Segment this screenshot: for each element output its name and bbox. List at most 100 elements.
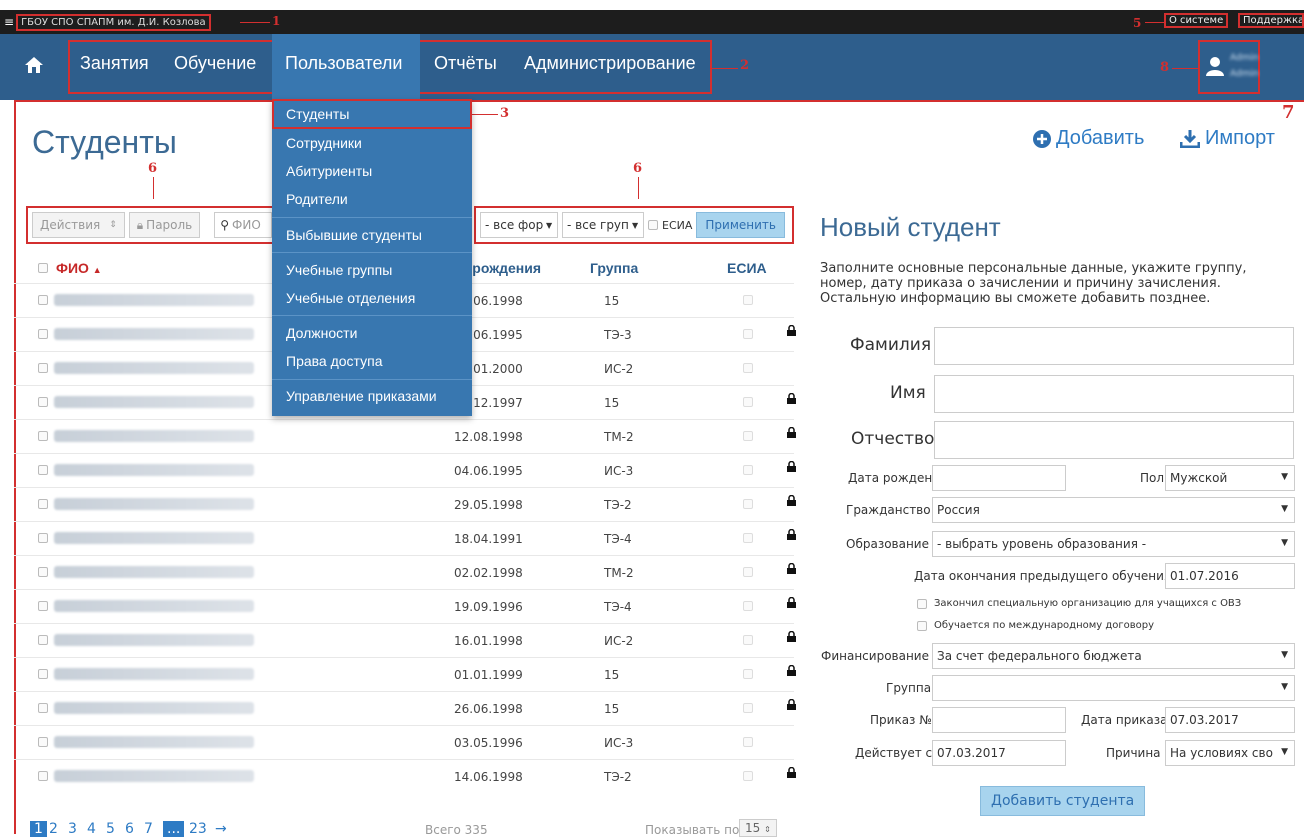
finance-select[interactable]: За счет федерального бюджета ▼ (932, 643, 1295, 669)
dropdown-item-departments[interactable]: Учебные отделения (286, 290, 415, 306)
submit-button[interactable]: Добавить студента (980, 786, 1146, 816)
page-link[interactable]: → (215, 821, 227, 837)
apply-button[interactable]: Применить (696, 212, 785, 238)
dropdown-item-students[interactable]: Студенты (286, 106, 349, 122)
dropdown-item-expelled[interactable]: Выбывшие студенты (286, 227, 422, 243)
table-row[interactable]: 18.04.1991 ТЭ-4 (14, 521, 796, 555)
table-row[interactable]: 19.09.1996 ТЭ-4 (14, 589, 796, 623)
page-link[interactable]: 2 (49, 821, 58, 837)
row-group: 15 (604, 294, 620, 308)
row-checkbox[interactable] (38, 737, 48, 747)
row-checkbox[interactable] (38, 499, 48, 509)
home-icon[interactable] (24, 56, 44, 74)
surname-label: Фамилия (850, 335, 932, 355)
forms-filter[interactable]: - все форм▼ (480, 212, 558, 238)
page-link[interactable]: 7 (144, 821, 153, 837)
users-dropdown: Студенты Сотрудники Абитуриенты Родители… (272, 99, 472, 416)
row-checkbox[interactable] (38, 635, 48, 645)
table-row[interactable]: 26.06.1998 15 (14, 691, 796, 725)
dob-input[interactable] (932, 465, 1066, 491)
page-link[interactable]: ... (163, 821, 185, 837)
col-group[interactable]: Группа (590, 260, 638, 276)
patronymic-input[interactable] (934, 421, 1294, 459)
dropdown-item-positions[interactable]: Должности (286, 325, 357, 341)
row-dob: 01.01.1999 (454, 668, 523, 682)
citizenship-select[interactable]: Россия ▼ (932, 497, 1295, 523)
groups-filter[interactable]: - все групп▼ (562, 212, 644, 238)
row-checkbox[interactable] (38, 669, 48, 679)
gender-select[interactable]: Мужской ▼ (1165, 465, 1295, 491)
page-link[interactable]: 1 (30, 821, 47, 837)
table-row[interactable]: 12.08.1998 ТМ-2 (14, 419, 796, 453)
menu-icon[interactable]: ≡ (4, 15, 14, 29)
table-row[interactable]: 14.06.1998 ТЭ-2 (14, 759, 796, 793)
row-checkbox[interactable] (38, 567, 48, 577)
table-row[interactable]: 03.05.1996 ИС-3 (14, 725, 794, 759)
ovz-checkbox[interactable] (917, 599, 927, 609)
row-group: 15 (604, 396, 620, 410)
page-link[interactable]: 4 (87, 821, 96, 837)
actions-button[interactable]: Действия ⇕ (32, 212, 125, 238)
col-esia[interactable]: ЕСИА (727, 260, 767, 276)
add-button[interactable]: Добавить (1033, 127, 1144, 150)
search-field[interactable]: ⚲ ФИО (214, 212, 272, 238)
table-row[interactable]: 02.02.1998 ТМ-2 (14, 555, 796, 589)
page-link[interactable]: 3 (68, 821, 77, 837)
page-link[interactable]: 23 (189, 821, 207, 837)
dropdown-item-orders[interactable]: Управление приказами (286, 388, 437, 404)
nav-item-reports[interactable]: Отчёты (434, 53, 497, 74)
support-link[interactable]: Поддержка (1238, 13, 1304, 28)
valid-input[interactable] (932, 740, 1066, 766)
nav-item-admin[interactable]: Администрирование (524, 53, 696, 74)
org-name[interactable]: ГБОУ СПО СПАПМ им. Д.И. Козлова (16, 13, 211, 31)
page-link[interactable]: 6 (125, 821, 134, 837)
finance-label: Финансирование (821, 649, 929, 663)
surname-input[interactable] (934, 327, 1294, 365)
row-esia-checkbox (743, 499, 753, 509)
prev-end-input[interactable] (1165, 563, 1295, 589)
nav-item-education[interactable]: Обучение (174, 53, 256, 74)
row-checkbox[interactable] (38, 329, 48, 339)
intl-checkbox[interactable] (917, 621, 927, 631)
dropdown-item-groups[interactable]: Учебные группы (286, 262, 392, 278)
row-checkbox[interactable] (38, 363, 48, 373)
nav-item-users[interactable]: Пользователи (285, 53, 402, 74)
row-checkbox[interactable] (38, 533, 48, 543)
table-row[interactable]: 16.01.1998 ИС-2 (14, 623, 796, 657)
password-button[interactable]: 🔒︎ Пароль (128, 212, 201, 238)
col-fio[interactable]: ФИО ▲ (56, 260, 102, 276)
user-menu[interactable]: Admin Admin (1198, 40, 1260, 94)
table-row[interactable]: 04.06.1995 ИС-3 (14, 453, 796, 487)
group-label: Группа (886, 681, 932, 695)
student-name-redacted (54, 702, 254, 714)
per-page-select[interactable]: 15 ⇕ (739, 819, 777, 837)
row-checkbox[interactable] (38, 465, 48, 475)
about-link[interactable]: О системе (1163, 13, 1229, 28)
dropdown-item-staff[interactable]: Сотрудники (286, 135, 362, 151)
esia-checkbox[interactable] (648, 220, 658, 230)
row-checkbox[interactable] (38, 295, 48, 305)
dropdown-item-access[interactable]: Права доступа (286, 353, 382, 369)
nav-item-lessons[interactable]: Занятия (80, 53, 149, 74)
dropdown-item-parents[interactable]: Родители (286, 191, 348, 207)
group-select[interactable]: ▼ (932, 675, 1295, 701)
row-checkbox[interactable] (38, 431, 48, 441)
row-group: ТЭ-4 (604, 532, 632, 546)
add-label: Добавить (1056, 127, 1145, 149)
order-input[interactable] (932, 707, 1066, 733)
select-all-checkbox[interactable] (38, 263, 48, 273)
import-button[interactable]: Импорт (1180, 127, 1275, 150)
row-checkbox[interactable] (38, 601, 48, 611)
table-row[interactable]: 01.01.1999 15 (14, 657, 796, 691)
name-input[interactable] (934, 375, 1294, 413)
row-checkbox[interactable] (38, 703, 48, 713)
education-select[interactable]: - выбрать уровень образования - ▼ (932, 531, 1295, 557)
reason-select[interactable]: На условиях сво ▼ (1165, 740, 1295, 766)
page-link[interactable]: 5 (106, 821, 115, 837)
lock-icon (787, 597, 796, 608)
dropdown-item-applicants[interactable]: Абитуриенты (286, 163, 372, 179)
order-date-input[interactable] (1165, 707, 1295, 733)
row-checkbox[interactable] (38, 397, 48, 407)
table-row[interactable]: 29.05.1998 ТЭ-2 (14, 487, 796, 521)
row-checkbox[interactable] (38, 771, 48, 781)
